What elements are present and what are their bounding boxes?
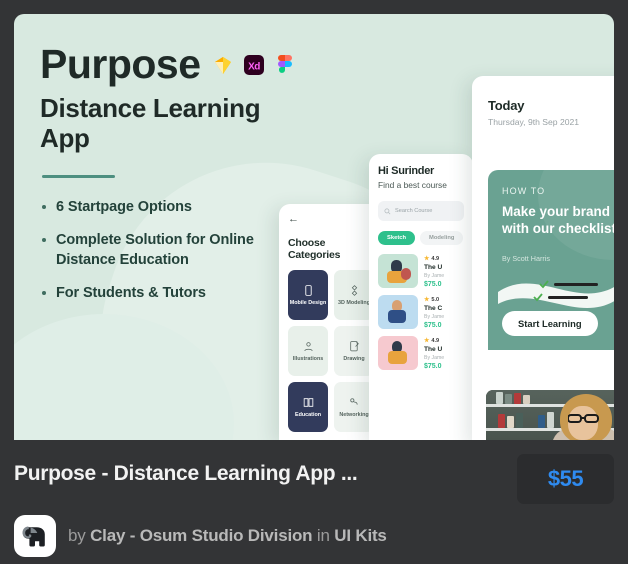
network-icon xyxy=(349,397,358,405)
book-icon xyxy=(303,397,313,407)
course-list: ★ 4.9 The U By Jame $75.0 ★ 5.0 The C By… xyxy=(378,254,464,370)
category-label: Drawing xyxy=(343,355,365,362)
greeting-text: Hi Surinder xyxy=(378,165,434,177)
person-icon xyxy=(303,341,313,351)
course-price: $75.0 xyxy=(424,363,442,370)
sketch-icon xyxy=(214,56,231,74)
category-label: Education xyxy=(294,411,322,418)
search-placeholder: Search Course xyxy=(395,208,433,214)
promo-headline: Make your brand more with our checklist. xyxy=(502,203,614,238)
promo-headline-line2: with our checklist. xyxy=(502,221,614,237)
chip-modeling[interactable]: Modeling xyxy=(420,231,464,245)
category-networking[interactable]: Networking xyxy=(334,382,374,432)
greeting-subtitle: Find a best course xyxy=(378,180,447,190)
product-card: Purpose Xd Distance Learning App 6 Start… xyxy=(0,0,628,564)
search-icon xyxy=(384,207,391,214)
pencil-paper-icon xyxy=(349,340,359,351)
list-item: Complete Solution for Online Distance Ed… xyxy=(40,231,290,269)
price-badge[interactable]: $55 xyxy=(517,454,614,504)
phone-mockup-categories: ← Choose Categories Mobile Design 3D Mod… xyxy=(279,204,383,440)
hero-title-main: Purpose xyxy=(40,41,201,87)
star-icon: ★ xyxy=(424,297,430,303)
avatar[interactable] xyxy=(14,515,56,557)
phone-mockup-home: Hi Surinder Find a best course Search Co… xyxy=(369,154,473,440)
category-label: Mobile Design xyxy=(289,299,327,306)
course-author: By Jame xyxy=(424,355,445,361)
category-3d-modeling[interactable]: 3D Modeling xyxy=(334,270,374,320)
category-mobile-design[interactable]: Mobile Design xyxy=(288,270,328,320)
category-illustrations[interactable]: Illustrations xyxy=(288,326,328,376)
phone-mockup-today: Today Thursday, 9th Sep 2021 HOW TO Make… xyxy=(472,76,614,440)
glasses-icon xyxy=(568,414,599,423)
start-learning-button[interactable]: Start Learning xyxy=(502,311,598,336)
course-price: $75.0 xyxy=(424,322,442,329)
student-photo xyxy=(486,390,614,440)
person-face xyxy=(568,406,598,440)
chip-sketch[interactable]: Sketch xyxy=(378,231,416,245)
promo-headline-line1: Make your brand more xyxy=(502,204,614,219)
author-row: by Clay - Osum Studio Division in UI Kit… xyxy=(14,515,387,557)
course-rating: ★ 4.9 xyxy=(424,337,440,345)
elephant-logo-icon xyxy=(22,526,45,547)
course-price: $75.0 xyxy=(424,281,442,288)
hero-title-row: Purpose Xd xyxy=(40,41,292,87)
search-input[interactable]: Search Course xyxy=(378,201,464,221)
course-author: By Jame xyxy=(424,314,445,320)
category-label: Illustrations xyxy=(292,355,324,362)
course-name: The C xyxy=(424,305,443,312)
course-author: By Jame xyxy=(424,273,445,279)
svg-text:Xd: Xd xyxy=(248,61,260,72)
course-rating: ★ 5.0 xyxy=(424,296,440,304)
adobe-xd-icon: Xd xyxy=(243,54,264,75)
category-education[interactable]: Education xyxy=(288,382,328,432)
list-item: 6 Startpage Options xyxy=(40,198,290,217)
tool-logos: Xd xyxy=(211,53,297,77)
promo-card[interactable]: HOW TO Make your brand more with our che… xyxy=(488,170,614,350)
hero-feature-list: 6 Startpage Options Complete Solution fo… xyxy=(40,198,290,303)
category-chips: Sketch Modeling xyxy=(378,231,464,245)
list-item[interactable]: ★ 4.9 The U By Jame $75.0 xyxy=(378,336,464,370)
figma-icon xyxy=(277,54,292,73)
byline-prefix: by xyxy=(68,526,86,545)
promo-kicker: HOW TO xyxy=(502,186,546,196)
byline-in: in xyxy=(316,526,330,545)
today-date: Thursday, 9th Sep 2021 xyxy=(488,117,580,127)
list-item: For Students & Tutors xyxy=(40,284,290,303)
course-name: The U xyxy=(424,264,443,271)
cube-icon xyxy=(351,284,357,296)
course-thumbnail xyxy=(378,295,418,329)
category-name[interactable]: UI Kits xyxy=(334,526,387,545)
course-thumbnail xyxy=(378,254,418,288)
checklist-illustration xyxy=(498,280,614,308)
star-icon: ★ xyxy=(424,338,430,344)
category-grid: Mobile Design 3D Modeling Illustrations … xyxy=(288,270,374,432)
list-item[interactable]: ★ 5.0 The C By Jame $75.0 xyxy=(378,295,464,329)
byline: by Clay - Osum Studio Division in UI Kit… xyxy=(68,526,387,546)
page-title[interactable]: Purpose - Distance Learning App ... xyxy=(14,462,357,486)
hero-copy: Purpose Xd Distance Learning App 6 Start… xyxy=(40,41,292,317)
promo-author: By Scott Harris xyxy=(502,254,550,263)
product-footer: Purpose - Distance Learning App ... $55 … xyxy=(0,440,628,564)
category-label: Networking xyxy=(339,411,369,418)
star-icon: ★ xyxy=(424,256,430,262)
list-item[interactable]: ★ 4.9 The U By Jame $75.0 xyxy=(378,254,464,288)
course-name: The U xyxy=(424,346,443,353)
today-title: Today xyxy=(488,98,525,113)
hero-accent-rule xyxy=(42,175,115,179)
course-rating: ★ 4.9 xyxy=(424,255,440,263)
course-thumbnail xyxy=(378,336,418,370)
category-drawing[interactable]: Drawing xyxy=(334,326,374,376)
hero-subtitle: Distance Learning App xyxy=(40,93,261,153)
hero-preview-image[interactable]: Purpose Xd Distance Learning App 6 Start… xyxy=(14,14,614,440)
categories-title: Choose Categories xyxy=(288,237,341,261)
category-label: 3D Modeling xyxy=(337,299,371,306)
phone-icon xyxy=(304,284,312,296)
back-arrow-icon[interactable]: ← xyxy=(288,214,374,225)
author-name[interactable]: Clay - Osum Studio Division xyxy=(90,526,312,545)
